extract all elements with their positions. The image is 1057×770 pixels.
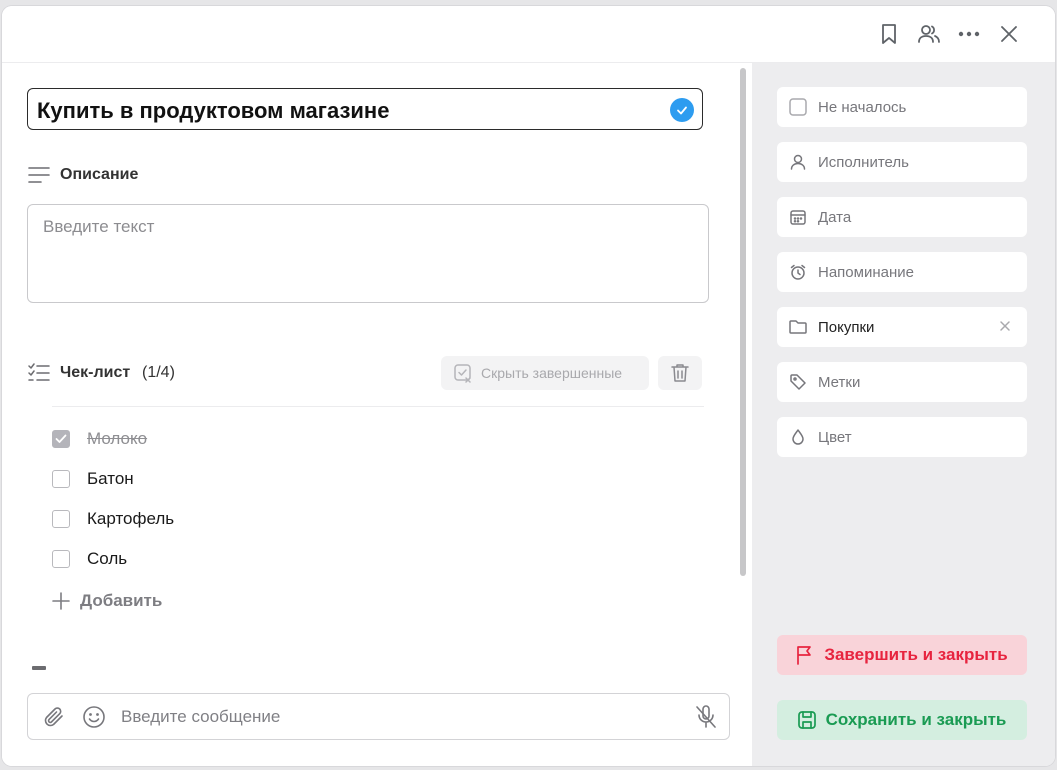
checklist-item[interactable]: Молоко xyxy=(52,428,147,450)
comments-section-icon xyxy=(32,666,46,670)
checkbox-checked[interactable] xyxy=(52,430,70,448)
scrollbar-thumb[interactable] xyxy=(740,68,746,576)
paperclip-icon[interactable] xyxy=(42,705,66,734)
emoji-icon[interactable] xyxy=(82,705,106,734)
date-field[interactable]: Дата xyxy=(777,197,1027,237)
task-title[interactable]: Купить в продуктовом магазине xyxy=(37,98,389,124)
assignee-label: Исполнитель xyxy=(818,153,909,171)
status-label: Не началось xyxy=(818,98,907,116)
checklist-item[interactable]: Картофель xyxy=(52,508,174,530)
add-checklist-item-button[interactable]: Добавить xyxy=(52,591,162,611)
more-icon[interactable] xyxy=(955,20,983,48)
checklist-item-label[interactable]: Соль xyxy=(87,549,127,569)
tag-icon xyxy=(788,374,808,390)
tags-label: Метки xyxy=(818,373,861,391)
task-dialog: Купить в продуктовом магазине Описание В… xyxy=(2,6,1055,766)
date-label: Дата xyxy=(818,208,852,226)
flag-icon xyxy=(796,645,814,665)
checklist-item-label[interactable]: Молоко xyxy=(87,429,147,449)
reminder-label: Напоминание xyxy=(818,263,914,281)
checklist-item[interactable]: Батон xyxy=(52,468,134,490)
close-icon[interactable] xyxy=(995,20,1023,48)
trash-icon xyxy=(671,363,689,383)
bookmark-icon[interactable] xyxy=(875,20,903,48)
clear-folder-icon[interactable] xyxy=(999,319,1011,337)
add-label: Добавить xyxy=(80,591,163,610)
message-placeholder: Введите сообщение xyxy=(121,707,281,726)
checklist-progress: (1/4) xyxy=(142,364,175,381)
hide-completed-icon xyxy=(453,363,473,383)
save-and-close-button[interactable]: Сохранить и закрыть xyxy=(777,700,1027,740)
folder-label: Покупки xyxy=(818,318,875,336)
checklist-item-label[interactable]: Картофель xyxy=(87,509,174,529)
checkbox[interactable] xyxy=(52,550,70,568)
description-placeholder: Введите текст xyxy=(43,217,155,236)
save-icon xyxy=(797,711,816,729)
message-input[interactable]: Введите сообщение xyxy=(27,693,730,740)
droplet-icon xyxy=(788,429,808,445)
dialog-header xyxy=(2,6,1055,63)
properties-sidebar: Не началось Исполнитель Дата Напоминание xyxy=(752,63,1055,766)
user-icon xyxy=(788,154,808,170)
microphone-off-icon[interactable] xyxy=(694,704,718,735)
task-title-field[interactable]: Купить в продуктовом магазине xyxy=(27,88,703,130)
hide-completed-button[interactable]: Скрыть завершенные xyxy=(441,356,649,390)
description-icon xyxy=(28,166,50,189)
color-field[interactable]: Цвет xyxy=(777,417,1027,457)
finish-label: Завершить и закрыть xyxy=(824,645,1008,664)
checklist-item[interactable]: Соль xyxy=(52,548,127,570)
status-field[interactable]: Не началось xyxy=(777,87,1027,127)
hide-completed-label: Скрыть завершенные xyxy=(481,365,623,381)
save-label: Сохранить и закрыть xyxy=(825,710,1007,729)
delete-checklist-button[interactable] xyxy=(658,356,702,390)
reminder-field[interactable]: Напоминание xyxy=(777,252,1027,292)
status-checkbox-icon xyxy=(788,98,808,116)
description-input[interactable]: Введите текст xyxy=(27,204,709,303)
participants-icon[interactable] xyxy=(915,20,943,48)
checklist-item-label[interactable]: Батон xyxy=(87,469,134,489)
checklist-label: Чек-лист xyxy=(60,364,131,381)
description-label: Описание xyxy=(60,166,139,183)
tags-field[interactable]: Метки xyxy=(777,362,1027,402)
plus-icon xyxy=(52,592,70,610)
checkbox[interactable] xyxy=(52,510,70,528)
folder-field[interactable]: Покупки xyxy=(777,307,1027,347)
checkbox[interactable] xyxy=(52,470,70,488)
check-circle-icon[interactable] xyxy=(670,98,694,122)
checklist-divider xyxy=(52,406,704,407)
finish-and-close-button[interactable]: Завершить и закрыть xyxy=(777,635,1027,675)
alarm-clock-icon xyxy=(788,264,808,280)
folder-icon xyxy=(788,319,808,335)
color-label: Цвет xyxy=(818,428,852,446)
checklist-icon xyxy=(28,363,50,388)
calendar-icon xyxy=(788,209,808,225)
assignee-field[interactable]: Исполнитель xyxy=(777,142,1027,182)
